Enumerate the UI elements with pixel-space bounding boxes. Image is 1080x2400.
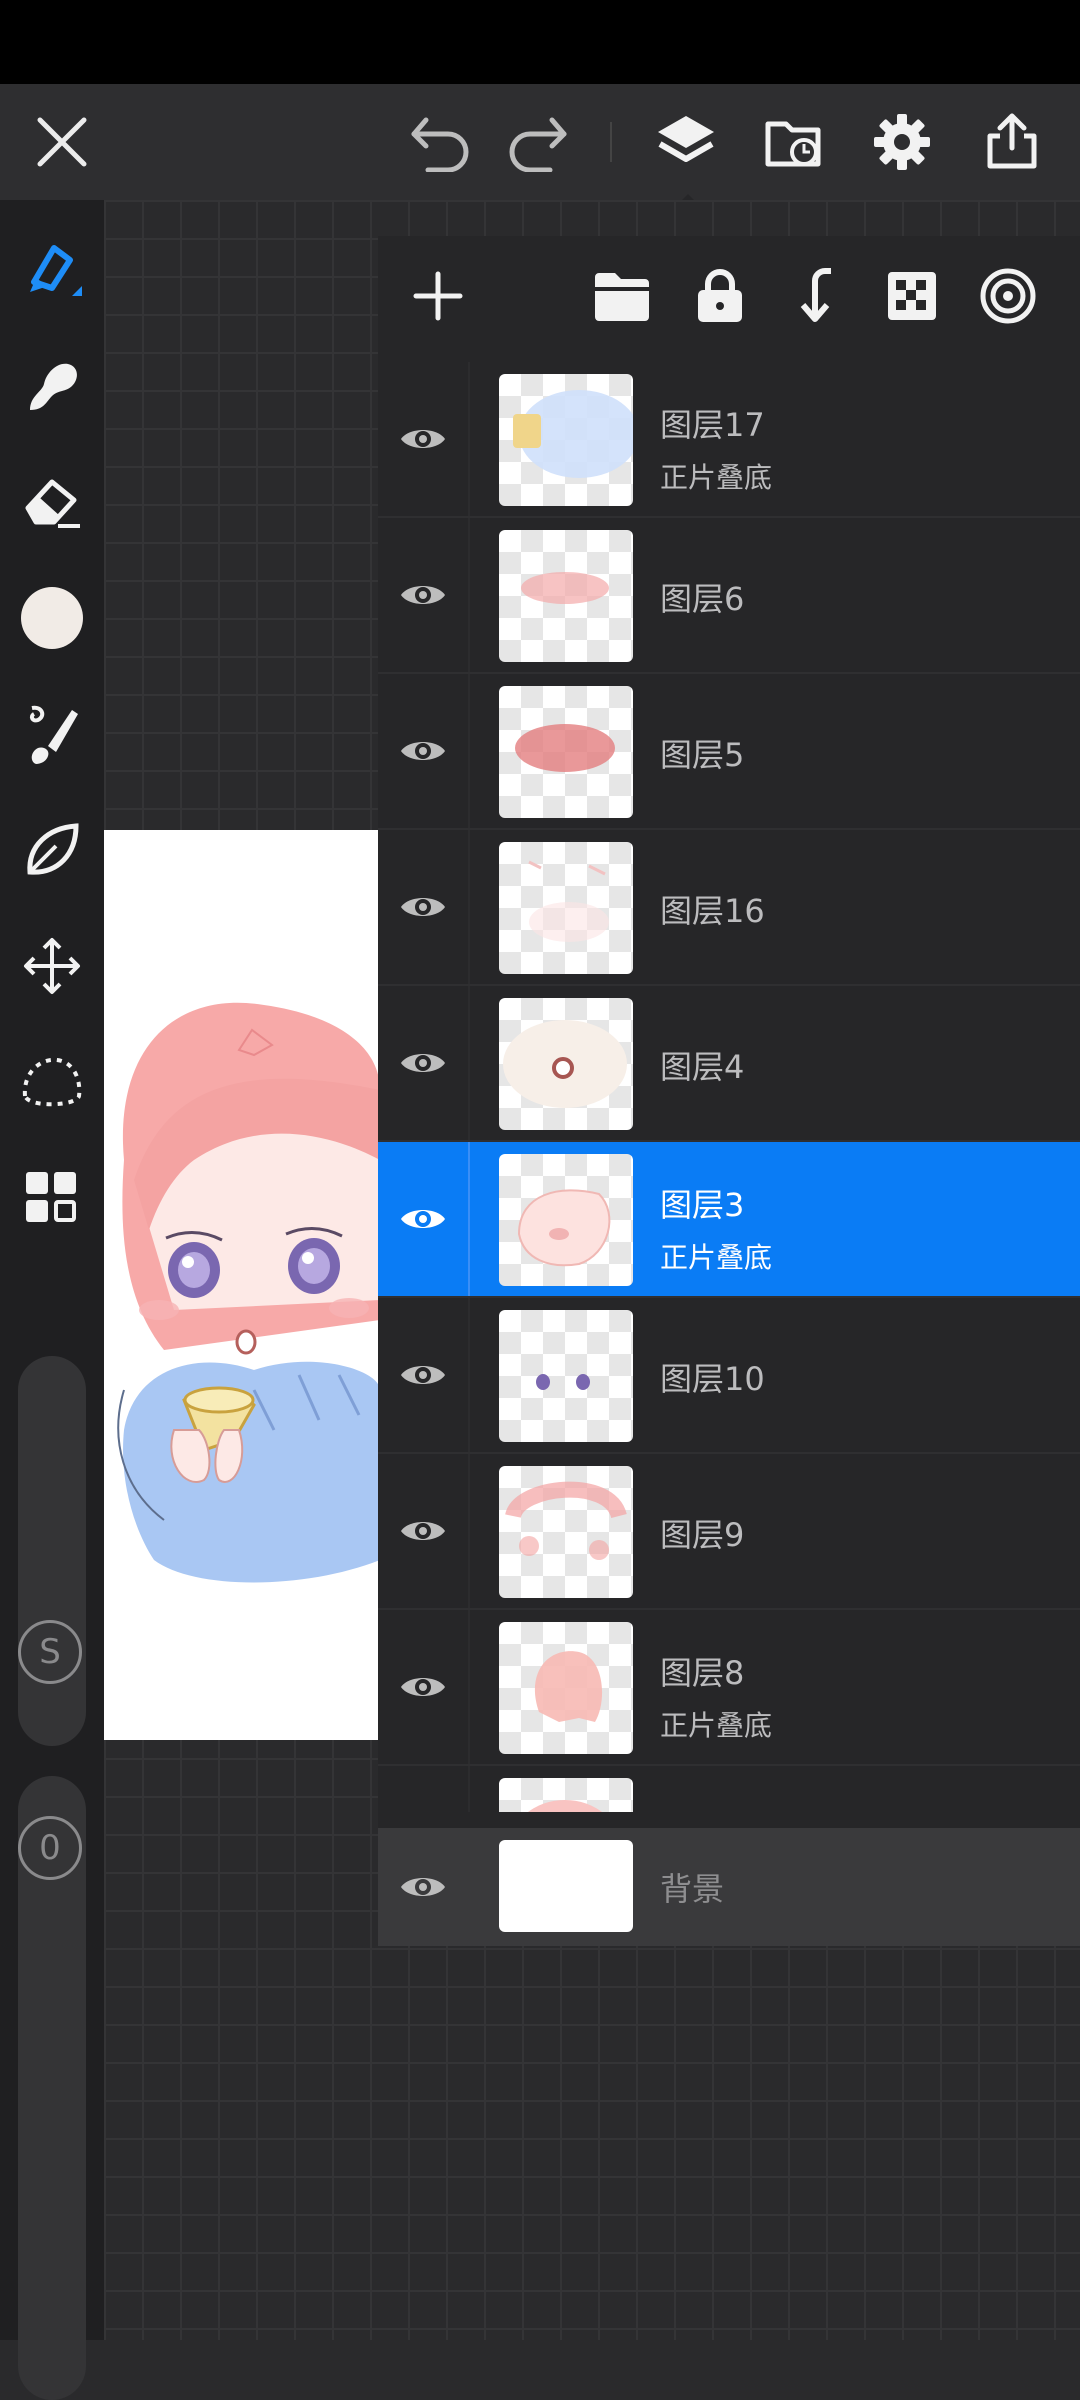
opacity-badge: 0 [18, 1816, 82, 1880]
visibility-eye-icon[interactable] [378, 362, 468, 516]
visibility-eye-icon[interactable] [378, 1298, 468, 1452]
add-icon[interactable] [390, 236, 486, 356]
layer-row[interactable]: 图层17 正片叠底 [378, 362, 1080, 518]
layer-thumbnail [499, 1778, 633, 1812]
layer-thumbnail [499, 998, 633, 1130]
visibility-eye-icon[interactable] [378, 1142, 468, 1296]
merge-down-icon[interactable] [768, 236, 864, 356]
move-icon[interactable] [0, 914, 104, 1018]
toolbar-divider [610, 122, 612, 162]
layer-row[interactable]: 图层8 正片叠底 [378, 1610, 1080, 1766]
tool-sidebar: S 0 [0, 200, 104, 2400]
checker-icon[interactable] [864, 236, 960, 356]
status-bar [0, 0, 1080, 84]
visibility-eye-icon[interactable] [378, 986, 468, 1140]
layer-list[interactable]: 图层17 正片叠底 图层6 图层5 图层16 图层4 图层3 正片叠底 图层10 图层9 图层8 正片… [378, 362, 1080, 1812]
layer-name: 图层5 [660, 736, 745, 774]
visibility-eye-icon[interactable] [378, 1454, 468, 1608]
row-separator [468, 1142, 470, 1296]
layer-panel: 图层17 正片叠底 图层6 图层5 图层16 图层4 图层3 正片叠底 图层10 图层9 图层8 正片… [378, 236, 1080, 1946]
row-separator [468, 1298, 470, 1452]
brush-size-slider[interactable] [18, 1356, 86, 1746]
undo-icon[interactable] [390, 84, 490, 200]
layer-name: 图层10 [660, 1360, 765, 1398]
folder-icon[interactable] [574, 236, 670, 356]
visibility-eye-icon[interactable] [378, 1610, 468, 1764]
layer-blend-mode: 正片叠底 [660, 461, 773, 494]
layer-row[interactable]: 图层6 [378, 518, 1080, 674]
share-icon[interactable] [962, 84, 1062, 200]
background-thumbnail [499, 1840, 633, 1932]
gear-icon[interactable] [852, 84, 952, 200]
row-separator [468, 986, 470, 1140]
layer-panel-toolbar [378, 236, 1080, 356]
layer-blend-mode: 正片叠底 [660, 1709, 773, 1742]
layers-icon[interactable] [636, 84, 736, 200]
fill-brush-icon[interactable] [0, 682, 104, 786]
target-icon[interactable] [960, 236, 1056, 356]
layer-thumbnail [499, 1154, 633, 1286]
layer-row[interactable]: 图层4 [378, 986, 1080, 1142]
layer-row[interactable]: 图层16 [378, 830, 1080, 986]
layer-row[interactable]: 图层3 正片叠底 [378, 1142, 1080, 1298]
layer-thumbnail [499, 686, 633, 818]
layer-row[interactable]: 图层10 [378, 1298, 1080, 1454]
lasso-icon[interactable] [0, 1030, 104, 1134]
lock-icon[interactable] [672, 236, 768, 356]
layer-thumbnail [499, 1310, 633, 1442]
redo-icon[interactable] [488, 84, 588, 200]
background-layer-row[interactable]: 背景 [378, 1828, 1080, 1946]
row-separator [468, 1766, 470, 1812]
layer-name: 图层3 [660, 1186, 745, 1224]
row-separator [468, 830, 470, 984]
row-separator [468, 1454, 470, 1608]
leaf-icon[interactable] [0, 798, 104, 902]
layer-name: 图层6 [660, 580, 745, 618]
visibility-eye-icon[interactable] [378, 674, 468, 828]
grid-icon[interactable] [0, 1146, 104, 1250]
layer-thumbnail [499, 374, 633, 506]
row-separator [468, 674, 470, 828]
eraser-icon[interactable] [0, 450, 104, 554]
layer-row[interactable]: 图层7 [378, 1766, 1080, 1812]
layer-name: 图层4 [660, 1048, 745, 1086]
visibility-eye-icon[interactable] [378, 518, 468, 672]
layer-name: 图层8 [660, 1654, 745, 1692]
row-separator [468, 1610, 470, 1764]
visibility-eye-icon[interactable] [378, 1766, 468, 1812]
layer-thumbnail [499, 1622, 633, 1754]
row-separator [468, 362, 470, 516]
visibility-eye-icon[interactable] [378, 1828, 468, 1946]
color-swatch[interactable] [0, 566, 104, 670]
layer-blend-mode: 正片叠底 [660, 1241, 773, 1274]
layer-thumbnail [499, 842, 633, 974]
layer-name: 图层16 [660, 892, 765, 930]
layer-name: 图层17 [660, 406, 765, 444]
layer-row[interactable]: 图层5 [378, 674, 1080, 830]
size-badge: S [18, 1620, 82, 1684]
smudge-icon[interactable] [0, 334, 104, 438]
background-layer-name: 背景 [660, 1870, 725, 1908]
layer-thumbnail [499, 1466, 633, 1598]
top-toolbar [0, 84, 1080, 208]
layer-thumbnail [499, 530, 633, 662]
close-icon[interactable] [12, 84, 112, 200]
visibility-eye-icon[interactable] [378, 830, 468, 984]
layer-name: 图层9 [660, 1516, 745, 1554]
folder-refresh-icon[interactable] [744, 84, 844, 200]
brush-icon[interactable] [0, 218, 104, 322]
row-separator [468, 518, 470, 672]
artwork-canvas[interactable] [104, 830, 380, 1740]
layer-row[interactable]: 图层9 [378, 1454, 1080, 1610]
